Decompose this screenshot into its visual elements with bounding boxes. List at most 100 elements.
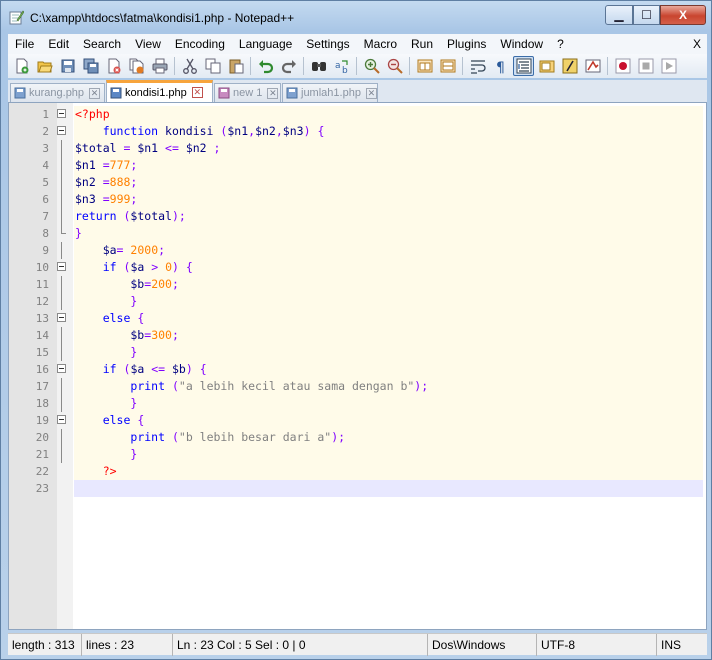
code-text: $total = $n1 <= $n2 ; — [75, 141, 221, 155]
code-line[interactable]: 20 print ("b lebih besar dari a"); — [36, 429, 706, 446]
code-text: else { — [102, 311, 145, 325]
menu-settings[interactable]: Settings — [299, 34, 356, 54]
menu-run[interactable]: Run — [404, 34, 440, 54]
menu-edit[interactable]: Edit — [41, 34, 76, 54]
code-line[interactable]: 18 } — [36, 395, 706, 412]
fold-line — [61, 344, 62, 361]
paste-icon[interactable] — [225, 56, 246, 76]
menu-window[interactable]: Window — [493, 34, 550, 54]
minimize-button[interactable]: ▁ — [605, 5, 633, 25]
menu-macro[interactable]: Macro — [357, 34, 404, 54]
tab-new-1[interactable]: new 1 ✕ — [214, 83, 281, 102]
sync-horizontal-icon[interactable] — [437, 56, 458, 76]
menu-search[interactable]: Search — [76, 34, 128, 54]
code-line[interactable]: 3 $total = $n1 <= $n2 ; — [42, 140, 706, 157]
word-wrap-icon[interactable] — [467, 56, 488, 76]
code-line[interactable]: 21 } — [36, 446, 706, 463]
folder-workspace-icon[interactable] — [582, 56, 603, 76]
code-line[interactable]: 22 ?> — [36, 463, 706, 480]
undo-icon[interactable] — [255, 56, 276, 76]
tab-close-icon[interactable]: ✕ — [89, 87, 101, 99]
fold-toggle-icon[interactable] — [57, 364, 66, 373]
code-line[interactable]: 14 $b=300; — [36, 327, 706, 344]
fold-toggle-icon[interactable] — [57, 109, 66, 118]
tab-label: kondisi1.php — [125, 86, 187, 99]
fold-line — [61, 395, 62, 412]
new-file-icon[interactable] — [11, 56, 32, 76]
tab-jumlah1[interactable]: jumlah1.php ✕ — [282, 83, 378, 102]
code-line[interactable]: 16 if ($a <= $b) { — [36, 361, 706, 378]
save-icon[interactable] — [57, 56, 78, 76]
unsaved-file-icon — [218, 87, 230, 99]
menu-language[interactable]: Language — [232, 34, 299, 54]
close-window-button[interactable]: X — [660, 5, 706, 25]
replace-icon[interactable]: ab — [331, 56, 352, 76]
line-number: 14 — [35, 329, 49, 342]
tab-kurang[interactable]: kurang.php ✕ — [10, 83, 105, 102]
code-line[interactable]: 23 — [36, 480, 706, 497]
code-text: $n1 =777; — [75, 158, 138, 172]
zoom-in-icon[interactable] — [361, 56, 382, 76]
line-highlight — [74, 446, 703, 463]
menu-view[interactable]: View — [128, 34, 168, 54]
code-line[interactable]: 8} — [42, 225, 706, 242]
code-line[interactable]: 11 $b=200; — [36, 276, 706, 293]
code-line[interactable]: 19 else { — [36, 412, 706, 429]
tab-kondisi1[interactable]: kondisi1.php ✕ — [106, 80, 213, 102]
menu-plugins[interactable]: Plugins — [440, 34, 493, 54]
code-line[interactable]: 5 $n2 =888; — [42, 174, 706, 191]
fold-line — [61, 157, 62, 174]
fold-line — [61, 276, 62, 293]
sync-vertical-icon[interactable] — [414, 56, 435, 76]
close-document-button[interactable]: X — [693, 34, 701, 54]
code-line[interactable]: 7 return ($total); — [42, 208, 706, 225]
menu-help[interactable]: ? — [550, 34, 571, 54]
find-icon[interactable] — [308, 56, 329, 76]
zoom-out-icon[interactable] — [384, 56, 405, 76]
tab-close-icon[interactable]: ✕ — [191, 87, 203, 98]
save-all-icon[interactable] — [80, 56, 101, 76]
doc-map-icon[interactable] — [536, 56, 557, 76]
fold-toggle-icon[interactable] — [57, 313, 66, 322]
function-list-icon[interactable] — [559, 56, 580, 76]
stop-macro-icon[interactable] — [635, 56, 656, 76]
play-macro-icon[interactable] — [658, 56, 679, 76]
fold-line — [61, 293, 62, 310]
code-text: ?> — [102, 464, 117, 478]
line-number: 22 — [35, 465, 49, 478]
fold-toggle-icon[interactable] — [57, 415, 66, 424]
print-icon[interactable] — [149, 56, 170, 76]
code-editor[interactable]: 1 <?php 2 function kondisi ($n1,$n2,$n3) {… — [8, 102, 707, 630]
redo-icon[interactable] — [278, 56, 299, 76]
tab-close-icon[interactable]: ✕ — [365, 87, 377, 99]
open-file-icon[interactable] — [34, 56, 55, 76]
code-line[interactable]: 1 <?php — [42, 106, 706, 123]
menu-encoding[interactable]: Encoding — [168, 34, 232, 54]
fold-toggle-icon[interactable] — [57, 262, 66, 271]
notepadpp-window: C:\xampp\htdocs\fatma\kondisi1.php - Not… — [0, 0, 712, 660]
svg-text:b: b — [342, 66, 348, 74]
code-line[interactable]: 2 function kondisi ($n1,$n2,$n3) { — [42, 123, 706, 140]
code-line[interactable]: 4 $n1 =777; — [42, 157, 706, 174]
code-line[interactable]: 15 } — [36, 344, 706, 361]
close-all-icon[interactable] — [126, 56, 147, 76]
code-line[interactable]: 17 print ("a lebih kecil atau sama denga… — [36, 378, 706, 395]
close-icon[interactable] — [103, 56, 124, 76]
maximize-button[interactable]: ☐ — [633, 5, 660, 25]
indent-guide-icon[interactable] — [513, 56, 534, 76]
cut-icon[interactable] — [179, 56, 200, 76]
title-bar[interactable]: C:\xampp\htdocs\fatma\kondisi1.php - Not… — [1, 1, 711, 33]
code-text: $n2 =888; — [75, 175, 138, 189]
record-macro-icon[interactable] — [612, 56, 633, 76]
code-line[interactable]: 9 $a= 2000; — [42, 242, 706, 259]
code-line[interactable]: 13 else { — [36, 310, 706, 327]
menu-file[interactable]: File — [8, 34, 41, 54]
fold-toggle-icon[interactable] — [57, 126, 66, 135]
show-all-chars-icon[interactable]: ¶ — [490, 56, 511, 76]
window-title: C:\xampp\htdocs\fatma\kondisi1.php - Not… — [30, 11, 295, 25]
copy-icon[interactable] — [202, 56, 223, 76]
code-line[interactable]: 12 } — [36, 293, 706, 310]
code-line[interactable]: 6 $n3 =999; — [42, 191, 706, 208]
tab-close-icon[interactable]: ✕ — [267, 87, 279, 99]
code-line[interactable]: 10 if ($a > 0) { — [36, 259, 706, 276]
